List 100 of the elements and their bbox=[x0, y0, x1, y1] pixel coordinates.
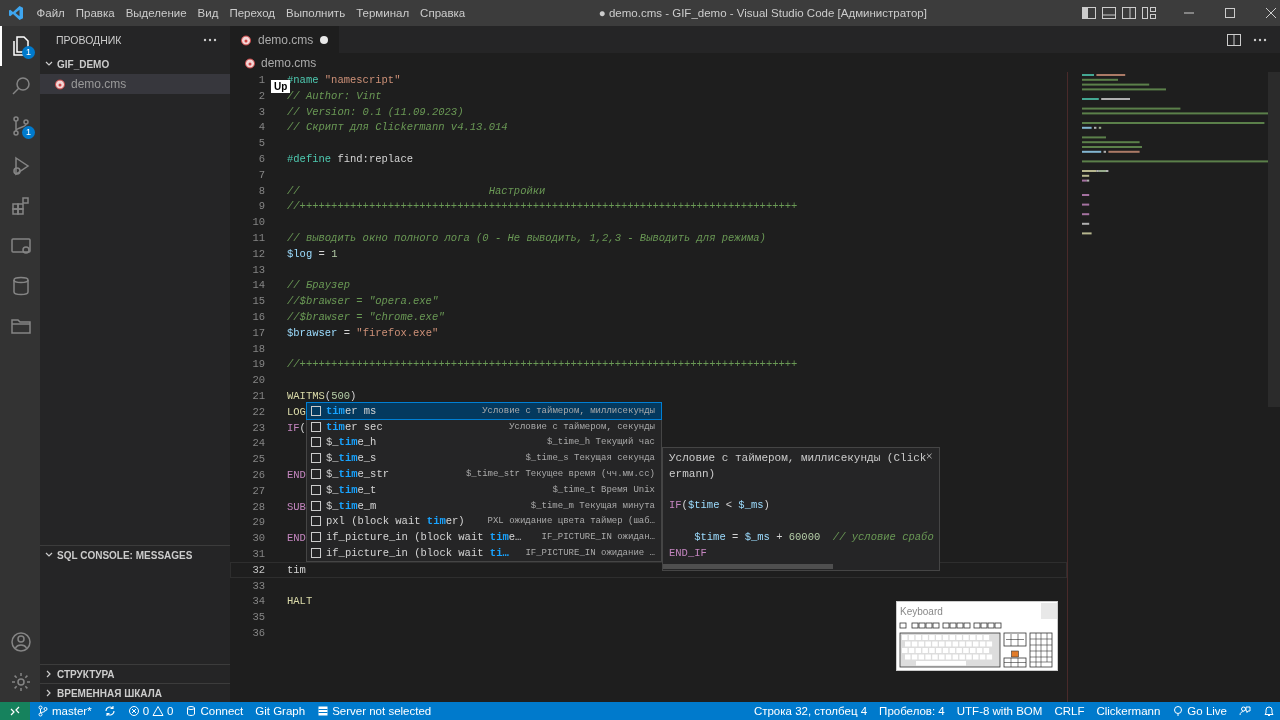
line-number: 26 bbox=[251, 467, 265, 482]
file-icon bbox=[54, 78, 66, 90]
menu-item[interactable]: Выделение bbox=[120, 7, 193, 19]
code-line: // Браузер bbox=[287, 278, 350, 293]
breadcrumb-item[interactable]: demo.cms bbox=[261, 55, 317, 70]
line-number: 17 bbox=[251, 325, 265, 340]
line-number: 11 bbox=[251, 230, 265, 245]
maximize-icon[interactable] bbox=[1222, 5, 1238, 21]
code-line: //$brawser = "chrome.exe" bbox=[287, 309, 445, 324]
suggestion-item[interactable]: if_picture_in (block wait ti… IF_PICTURE_IN ожидание … bbox=[307, 545, 661, 561]
menu-item[interactable]: Терминал bbox=[350, 7, 415, 19]
code-line: $brawser = "firefox.exe" bbox=[287, 325, 439, 340]
line-number: 23 bbox=[251, 420, 265, 435]
notification-badge: 1 bbox=[22, 46, 35, 59]
line-number: 21 bbox=[251, 388, 265, 403]
suggestion-item[interactable]: $_time_str $_time_str Текущее время (чч.мм.сс) bbox=[307, 466, 661, 482]
status-item[interactable]: UTF-8 with BOM bbox=[951, 705, 1048, 717]
section-header[interactable]: SQL CONSOLE: MESSAGES bbox=[40, 545, 230, 564]
split-editor-icon[interactable] bbox=[1226, 31, 1242, 48]
code-line: // выводить окно полного лога (0 - Не выводить, 1,2,3 - Выводить для режима) bbox=[287, 230, 766, 245]
notification-badge: 1 bbox=[22, 126, 35, 139]
editor-tab[interactable]: demo.cms bbox=[230, 26, 340, 53]
remote-icon bbox=[9, 705, 21, 717]
branch-button[interactable]: master* bbox=[32, 705, 97, 717]
code-line: #define find:replace bbox=[287, 152, 414, 166]
status-item[interactable]: Clickermann bbox=[1091, 705, 1166, 717]
scrollbar[interactable] bbox=[663, 564, 833, 569]
file-item[interactable]: demo.cms bbox=[40, 74, 230, 94]
vscode-logo-icon bbox=[8, 5, 24, 21]
line-number: 13 bbox=[251, 262, 265, 277]
code-line: $log = 1 bbox=[287, 246, 338, 261]
activity-item[interactable]: 1 bbox=[0, 106, 40, 146]
broadcast-icon bbox=[1172, 705, 1185, 717]
settings-icon[interactable] bbox=[9, 670, 33, 694]
close-icon[interactable] bbox=[1263, 5, 1279, 21]
line-number: 8 bbox=[257, 183, 265, 198]
line-number: 10 bbox=[251, 215, 265, 229]
menu-item[interactable]: Справка bbox=[414, 7, 471, 19]
line-number: 25 bbox=[251, 452, 265, 466]
panel-toggle-icon[interactable] bbox=[1101, 5, 1117, 21]
line-number: 24 bbox=[251, 436, 265, 451]
line-number: 9 bbox=[257, 199, 265, 214]
line-number: 32 bbox=[251, 562, 265, 577]
code-line: LOG bbox=[287, 404, 306, 419]
section-header[interactable]: СТРУКТУРА bbox=[40, 664, 230, 683]
suggestion-item[interactable]: $_time_s $_time_s Текущая секунда bbox=[307, 450, 661, 467]
file-icon bbox=[244, 56, 256, 69]
menu-item[interactable]: Правка bbox=[70, 7, 121, 19]
line-number: 27 bbox=[251, 483, 265, 498]
suggestion-item[interactable]: timer sec Условие с таймером, секунды bbox=[307, 418, 661, 435]
sidebar-toggle-icon[interactable] bbox=[1081, 5, 1097, 21]
menu-item[interactable]: Переход bbox=[223, 7, 281, 19]
line-number: 31 bbox=[251, 546, 265, 561]
server-icon bbox=[317, 705, 330, 717]
suggestion-item[interactable]: $_time_h $_time_h Текущий час bbox=[307, 434, 661, 451]
remote-button[interactable] bbox=[0, 702, 30, 720]
suggestion-item[interactable]: timer ms Условие с таймером, миллисекунды bbox=[307, 403, 661, 419]
window-title: Keyboard bbox=[900, 605, 943, 617]
connect-button[interactable]: Connect bbox=[180, 705, 249, 717]
suggestion-item[interactable]: $_time_m $_time_m Текущая минута bbox=[307, 497, 661, 514]
code-line: HALT bbox=[287, 594, 313, 609]
status-item[interactable]: Пробелов: 4 bbox=[874, 705, 950, 717]
line-number: 14 bbox=[251, 278, 265, 293]
split-layout-icon[interactable] bbox=[1121, 5, 1137, 21]
folder-header[interactable]: GIF_DEMO bbox=[40, 54, 230, 74]
code-line: $time = $_ms + 60000 // условие срабо bbox=[693, 531, 934, 543]
snippet-icon bbox=[310, 452, 322, 465]
sidebar-title: ПРОВОДНИК bbox=[56, 34, 122, 46]
line-number: 3 bbox=[257, 104, 265, 119]
code-line: //+++++++++++++++++++++++++++++++++++++++++++++++++++++++++++++++++++++++++++++++ bbox=[287, 199, 798, 214]
server-button[interactable]: Server not selected bbox=[312, 705, 437, 717]
snippet-icon bbox=[310, 547, 322, 560]
window-title: ● demo.cms - GIF_demo - Visual Studio Code [Администратор] bbox=[597, 7, 928, 19]
problems-button[interactable]: 0 0 bbox=[122, 705, 179, 717]
line-number: 7 bbox=[257, 167, 265, 182]
line-number: 36 bbox=[251, 625, 265, 640]
code-line: IF($time < $_ms) bbox=[669, 499, 770, 512]
menu-item[interactable]: Выполнить bbox=[280, 7, 351, 19]
tooltip: Up bbox=[271, 80, 291, 93]
bell-icon bbox=[1263, 705, 1275, 717]
go-live-button[interactable]: Go Live bbox=[1167, 705, 1232, 717]
status-item[interactable]: Git Graph bbox=[250, 705, 311, 717]
suggestion-item[interactable]: $_time_t $_time_t Время Unix bbox=[307, 482, 661, 498]
line-number: 30 bbox=[251, 531, 265, 545]
suggestion-item[interactable]: pxl (block wait timer) PXL ожидание цвета таймер (шаб… bbox=[307, 513, 661, 530]
scrollbar[interactable] bbox=[1268, 72, 1280, 407]
menu-item[interactable]: Файл bbox=[31, 7, 71, 19]
close-icon[interactable] bbox=[926, 451, 933, 461]
menu-item[interactable]: Вид bbox=[192, 7, 224, 19]
code-line: END bbox=[287, 467, 306, 482]
breadcrumb[interactable]: demo.cms bbox=[230, 53, 1280, 72]
description-text: Условие с таймером, миллисекунды (Click ermann) bbox=[669, 451, 927, 482]
snippet-icon bbox=[310, 420, 322, 433]
suggestion-item[interactable]: if_picture_in (block wait time… IF_PICTURE_IN ожидан… bbox=[307, 529, 661, 546]
account-icon[interactable] bbox=[9, 630, 33, 654]
status-item[interactable]: Строка 32, столбец 4 bbox=[748, 705, 873, 717]
layout-icon[interactable] bbox=[1141, 5, 1157, 21]
code-line: END bbox=[287, 531, 306, 545]
line-number: 5 bbox=[257, 136, 265, 150]
status-item[interactable]: CRLF bbox=[1049, 705, 1090, 717]
